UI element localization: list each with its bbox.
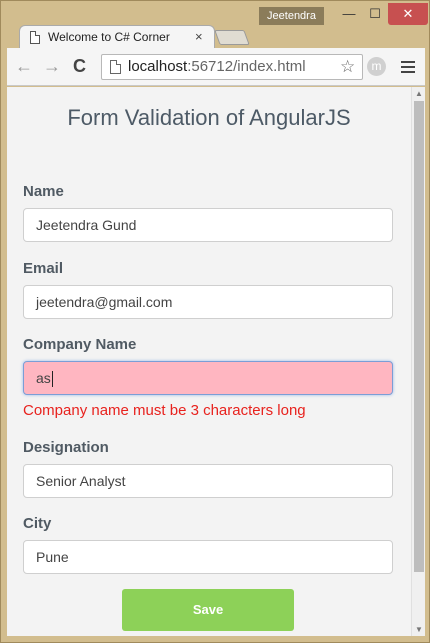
url-host: localhost xyxy=(128,58,188,75)
save-button[interactable]: Save xyxy=(122,589,294,631)
tab-close-icon[interactable]: × xyxy=(195,29,203,44)
name-label: Name xyxy=(23,183,64,200)
new-tab-button[interactable] xyxy=(214,30,250,45)
profile-badge[interactable]: Jeetendra xyxy=(259,7,324,25)
tab-title: Welcome to C# Corner xyxy=(48,30,170,44)
maximize-button[interactable]: ☐ xyxy=(362,3,388,25)
scroll-down-icon[interactable]: ▼ xyxy=(415,625,423,634)
bookmark-star-icon[interactable]: ☆ xyxy=(340,57,355,77)
browser-window: Jeetendra — ☐ ✕ Welcome to C# Corner × ←… xyxy=(0,0,430,643)
text-caret xyxy=(51,371,53,388)
page-title: Form Validation of AngularJS xyxy=(67,105,351,130)
close-window-button[interactable]: ✕ xyxy=(388,3,428,25)
company-name-label: Company Name xyxy=(23,336,137,353)
minimize-button[interactable]: — xyxy=(336,3,362,25)
designation-field[interactable]: Senior Analyst xyxy=(23,464,393,498)
menu-icon[interactable] xyxy=(401,61,415,76)
scroll-up-icon[interactable]: ▲ xyxy=(415,89,423,98)
browser-tab[interactable]: Welcome to C# Corner × xyxy=(19,25,215,49)
url-text[interactable]: localhost:56712/index.html xyxy=(128,58,306,75)
name-field[interactable]: Jeetendra Gund xyxy=(23,208,393,242)
reload-icon[interactable]: C xyxy=(73,56,86,76)
city-label: City xyxy=(23,515,52,532)
page-icon xyxy=(30,31,40,44)
vertical-scrollbar[interactable]: ▲ ▼ xyxy=(411,87,425,636)
url-path: :56712/index.html xyxy=(187,58,306,75)
city-field[interactable]: Pune xyxy=(23,540,393,574)
forward-icon[interactable]: → xyxy=(43,56,61,76)
email-field[interactable]: jeetendra@gmail.com xyxy=(23,285,393,319)
scrollbar-thumb[interactable] xyxy=(414,101,424,572)
page-icon xyxy=(110,60,121,74)
back-icon[interactable]: ← xyxy=(15,56,33,76)
email-label: Email xyxy=(23,260,64,277)
designation-label: Designation xyxy=(23,439,109,456)
extension-icon[interactable]: m xyxy=(367,57,386,76)
page-viewport: Form Validation of AngularJS Name Jeeten… xyxy=(7,87,425,636)
browser-toolbar: ← → C localhost:56712/index.html ☆ m xyxy=(7,48,425,86)
address-bar[interactable]: localhost:56712/index.html ☆ xyxy=(101,54,363,80)
company-name-error: Company name must be 3 characters long xyxy=(23,402,306,419)
company-name-field[interactable]: as xyxy=(23,361,393,395)
company-name-value: as xyxy=(36,370,51,386)
